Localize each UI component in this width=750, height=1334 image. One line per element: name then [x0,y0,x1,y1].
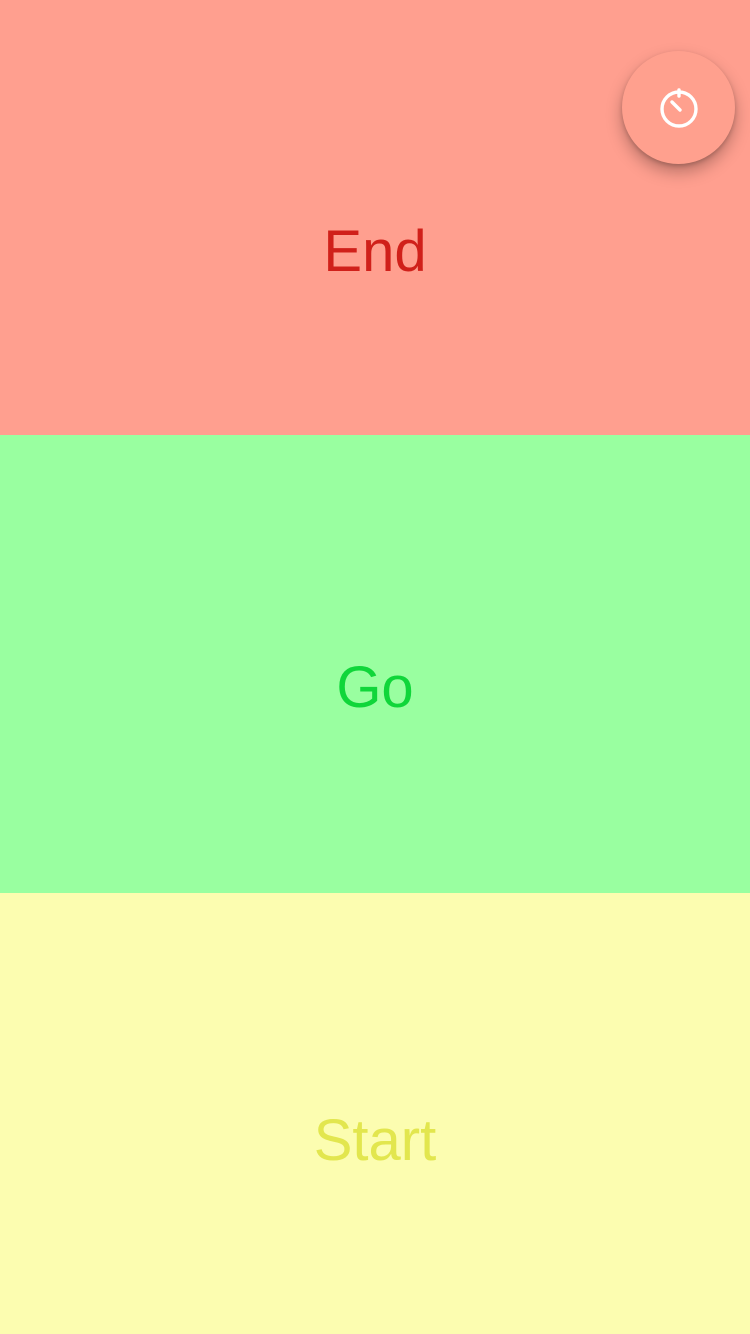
go-panel[interactable]: Go [0,435,750,893]
screen: End Go Start [0,0,750,1334]
end-label: End [323,218,427,284]
timer-icon [659,87,698,128]
go-label: Go [336,655,414,720]
start-panel[interactable]: Start [0,893,750,1334]
start-label: Start [313,1107,437,1173]
end-panel[interactable]: End [0,0,750,435]
timer-button[interactable] [622,51,735,164]
